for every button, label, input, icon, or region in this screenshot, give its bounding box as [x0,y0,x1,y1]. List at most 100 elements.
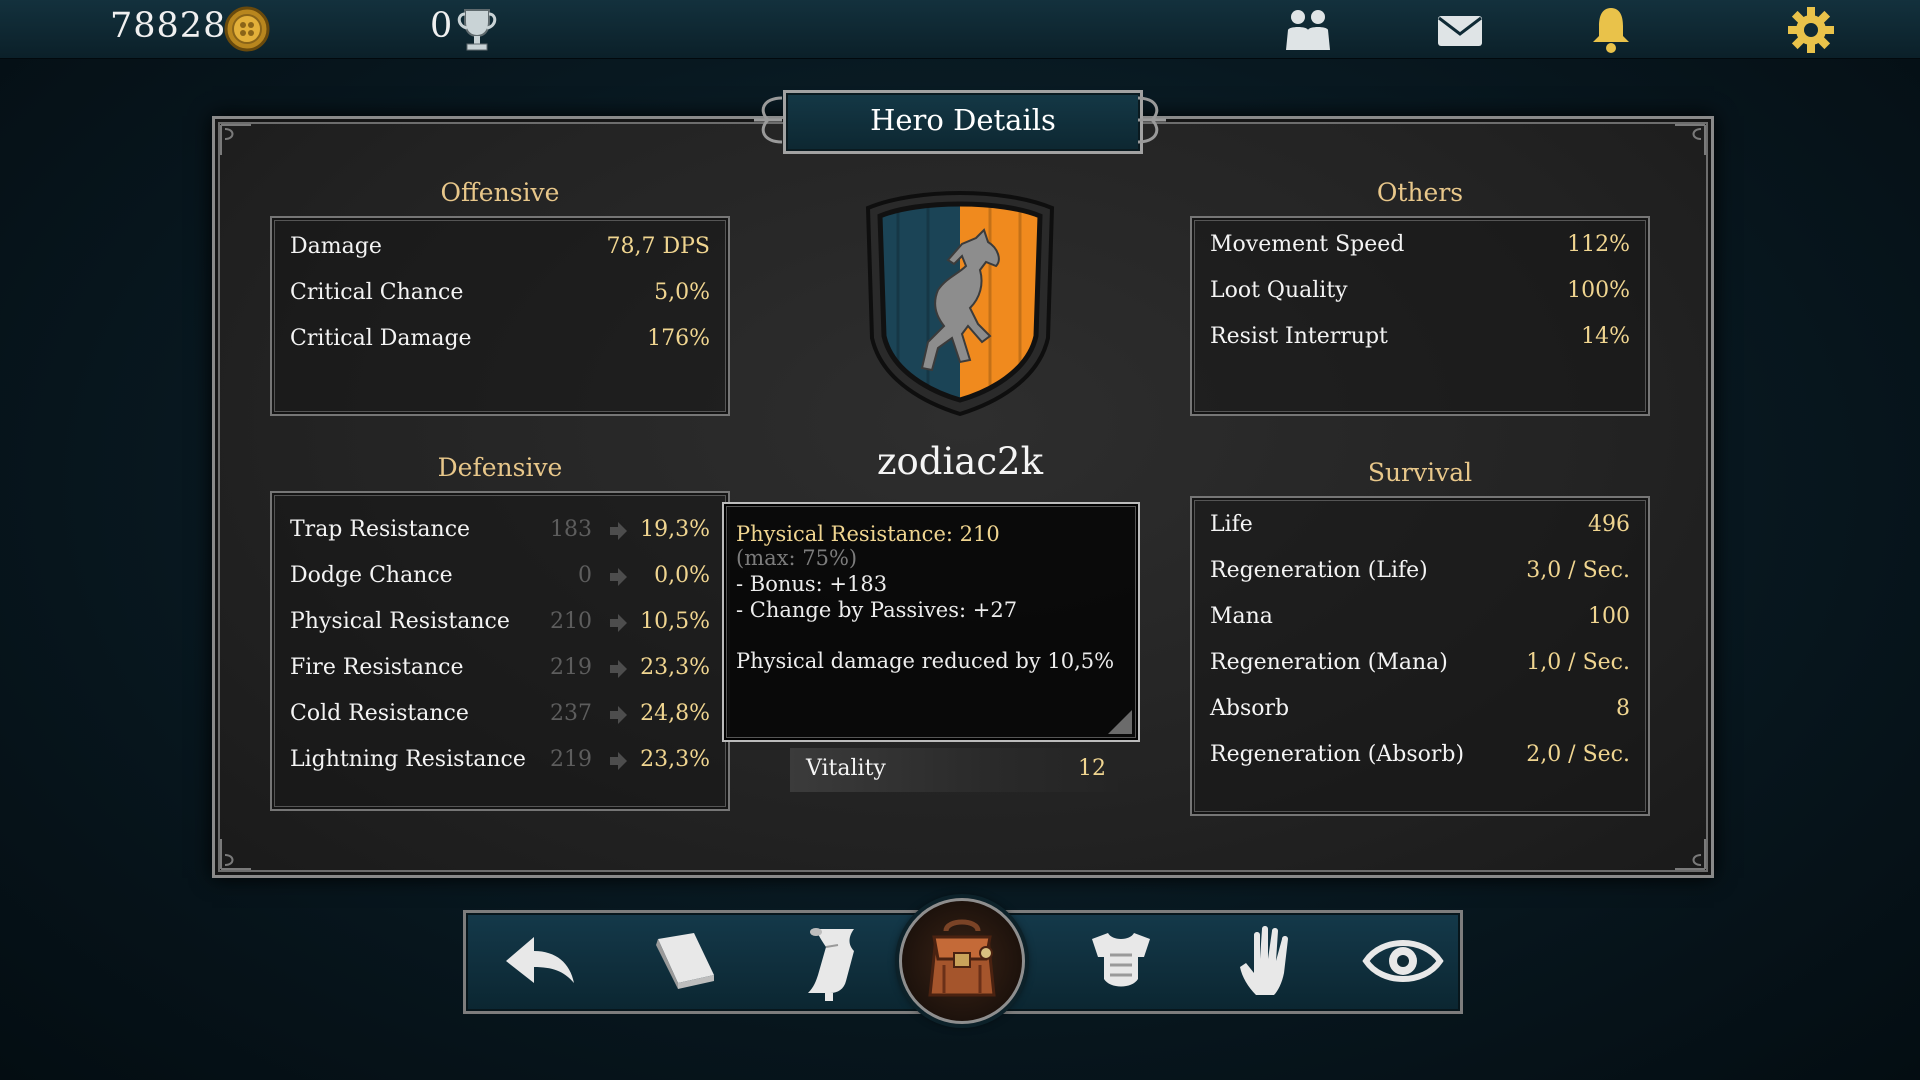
stat-label: Regeneration (Mana) [1210,650,1448,675]
stat-row[interactable]: Regeneration (Mana) 1,0 / Sec. [1210,650,1630,690]
defensive-box: Trap Resistance 183 19,3% Dodge Chance 0 0,0… [270,491,730,811]
stat-row[interactable]: Fire Resistance 219 23,3% [290,655,710,695]
gear-icon[interactable] [1783,4,1839,56]
corner-ornament-icon [1675,839,1706,870]
stat-label: Physical Resistance [290,609,510,634]
stat-row[interactable]: Damage 78,7 DPS [290,234,710,274]
stat-value: 78,7 DPS [606,234,711,259]
offensive-box: Damage 78,7 DPS Critical Chance 5,0% Criti… [270,216,730,416]
stat-row[interactable]: Resist Interrupt 14% [1210,324,1630,364]
defensive-title: Defensive [437,453,563,482]
stat-label: Absorb [1210,696,1290,721]
stat-base-value: 219 [550,747,592,772]
stat-tooltip: Physical Resistance: 210 (max: 75%) - Bo… [722,502,1140,742]
stat-row[interactable]: Life 496 [1210,512,1630,552]
survival-box: Life 496 Regeneration (Life) 3,0 / Sec. Ma… [1190,496,1650,816]
coin-icon [224,6,270,52]
others-box: Movement Speed 112% Loot Quality 100% Resi… [1190,216,1650,416]
trophy-icon [457,9,497,51]
hand-icon[interactable] [1222,917,1312,1005]
player-name: zodiac2k [876,440,1044,483]
stat-row[interactable]: Cold Resistance 237 24,8% [290,701,710,741]
arrow-right-icon [610,568,627,586]
stat-base-value: 219 [550,655,592,680]
stat-row[interactable]: Movement Speed 112% [1210,232,1630,272]
mail-icon[interactable] [1432,4,1488,56]
stat-value: 1,0 / Sec. [1526,650,1630,675]
eye-icon[interactable] [1358,917,1448,1005]
stat-label: Movement Speed [1210,232,1405,257]
arrow-right-icon [610,522,627,540]
trophy-count: 0 [430,6,453,46]
stat-label: Lightning Resistance [290,747,526,772]
stat-label: Regeneration (Life) [1210,558,1428,583]
stat-value: 24,8% [640,701,710,726]
stat-base-value: 237 [550,701,592,726]
tooltip-description: Physical damage reduced by 10,5% [736,649,1115,673]
stat-value: 23,3% [640,747,710,772]
stat-row[interactable]: Absorb 8 [1210,696,1630,736]
stat-row[interactable]: Critical Chance 5,0% [290,280,710,320]
tooltip-passives: - Change by Passives: +27 [736,598,1018,622]
book-icon[interactable] [640,917,730,1005]
stat-label: Cold Resistance [290,701,469,726]
title-ornament-left-icon [754,96,783,144]
corner-ornament-icon [220,124,251,155]
back-arrow-icon[interactable] [494,917,584,1005]
stat-row[interactable]: Physical Resistance 210 10,5% [290,609,710,649]
stat-row[interactable]: Loot Quality 100% [1210,278,1630,318]
stat-value: 496 [1588,512,1630,537]
tooltip-max: (max: 75%) [736,546,858,570]
tooltip-bonus: - Bonus: +183 [736,572,888,596]
stat-row[interactable]: Lightning Resistance 219 23,3% [290,747,710,787]
bell-icon[interactable] [1583,4,1639,56]
scroll-icon[interactable] [786,917,876,1005]
vitality-row[interactable]: Vitality 12 [790,748,1118,792]
tooltip-corner [1108,710,1132,734]
coin-balance: 78828 [110,6,227,46]
stat-value: 100% [1567,278,1630,303]
offensive-title: Offensive [440,178,560,207]
stat-value: 112% [1567,232,1630,257]
guild-crest [865,191,1055,416]
vitality-value: 12 [1078,756,1106,781]
stat-value: 14% [1581,324,1630,349]
stat-value: 100 [1588,604,1630,629]
stat-base-value: 183 [550,517,592,542]
stat-label: Damage [290,234,382,259]
stat-value: 23,3% [640,655,710,680]
title-ornament-right-icon [1137,96,1166,144]
stat-row[interactable]: Regeneration (Absorb) 2,0 / Sec. [1210,742,1630,782]
stat-row[interactable]: Dodge Chance 0 0,0% [290,563,710,603]
inventory-button[interactable] [899,898,1025,1024]
stat-base-value: 0 [578,563,592,588]
panel-title: Hero Details [783,90,1143,154]
arrow-right-icon [610,660,627,678]
friends-icon[interactable] [1280,4,1336,56]
corner-ornament-icon [220,839,251,870]
stat-row[interactable]: Mana 100 [1210,604,1630,644]
stat-base-value: 210 [550,609,592,634]
armor-icon[interactable] [1076,917,1166,1005]
stat-value: 8 [1616,696,1630,721]
stat-value: 5,0% [654,280,710,305]
stat-row[interactable]: Regeneration (Life) 3,0 / Sec. [1210,558,1630,598]
stat-label: Fire Resistance [290,655,464,680]
stat-label: Loot Quality [1210,278,1348,303]
notification-dot [825,993,833,1001]
stat-value: 2,0 / Sec. [1526,742,1630,767]
tooltip-title: Physical Resistance: 210 [736,522,1000,546]
stat-value: 176% [647,326,710,351]
stat-value: 10,5% [640,609,710,634]
vitality-label: Vitality [806,756,886,781]
corner-ornament-icon [1675,124,1706,155]
arrow-right-icon [610,614,627,632]
others-title: Others [1376,178,1464,207]
stat-row[interactable]: Trap Resistance 183 19,3% [290,517,710,557]
backpack-icon [928,919,996,997]
stat-label: Regeneration (Absorb) [1210,742,1465,767]
stat-value: 0,0% [654,563,710,588]
stat-label: Mana [1210,604,1273,629]
stat-row[interactable]: Critical Damage 176% [290,326,710,366]
stat-label: Dodge Chance [290,563,453,588]
